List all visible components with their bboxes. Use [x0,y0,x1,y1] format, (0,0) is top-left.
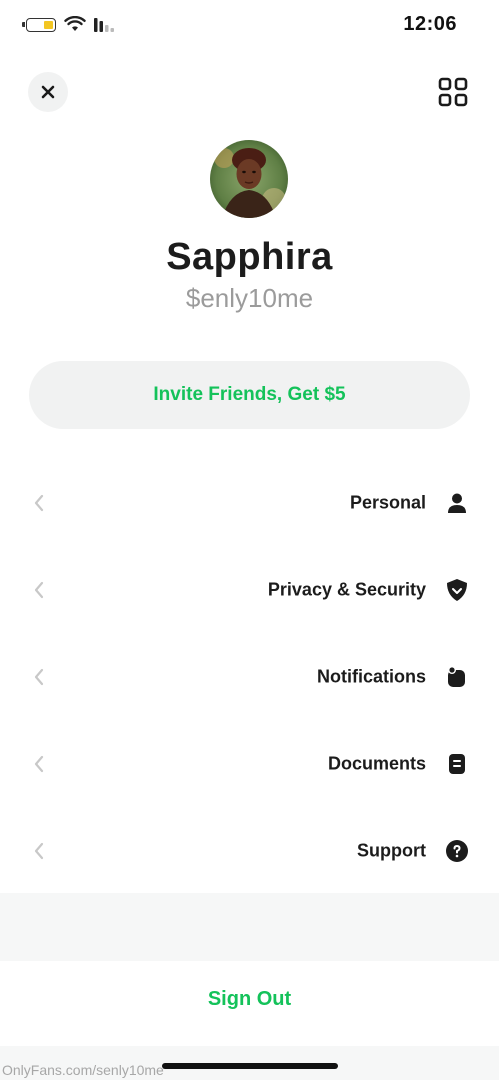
account-screen: 12:06 Sapphira $enly10me Invite Friends,… [0,0,499,1080]
help-icon [445,839,469,863]
document-icon [445,752,469,776]
wifi-icon [64,16,86,31]
chevron-right-icon [34,755,44,773]
clock: 12:06 [403,13,457,35]
invite-friends-button[interactable]: Invite Friends, Get $5 [29,361,470,429]
watermark-text: OnlyFans.com/senly10me [2,1062,164,1078]
avatar[interactable] [210,140,288,218]
person-icon [445,491,469,515]
menu-item-privacy-security[interactable]: Privacy & Security [0,547,499,633]
menu-item-label: Support [357,840,426,861]
battery-icon [22,18,56,32]
close-icon [41,85,55,99]
menu-item-label: Personal [349,492,426,513]
chevron-right-icon [34,494,44,512]
menu-item-documents[interactable]: Documents [0,721,499,807]
menu-item-label: Privacy & Security [267,579,426,600]
section-divider [0,893,499,961]
chevron-right-icon [34,842,44,860]
battery-level [44,21,53,29]
status-bar: 12:06 [0,0,499,56]
menu-item-support[interactable]: Support [0,808,499,894]
qr-code-icon [438,77,468,107]
qr-code-button[interactable] [437,76,469,108]
menu-item-personal[interactable]: Personal [0,460,499,546]
shield-icon [445,578,469,602]
home-indicator[interactable] [162,1063,338,1069]
menu-item-label: Notifications [316,666,426,687]
cashtag-handle: $enly10me [185,283,314,313]
close-button[interactable] [28,72,68,112]
menu-item-notifications[interactable]: Notifications [0,634,499,720]
chevron-right-icon [34,668,44,686]
notification-icon [445,665,469,689]
display-name: Sapphira [166,236,333,278]
cellular-signal-icon [94,18,114,32]
menu-item-label: Documents [327,753,426,774]
sign-out-button[interactable]: Sign Out [0,988,499,1011]
chevron-right-icon [34,581,44,599]
